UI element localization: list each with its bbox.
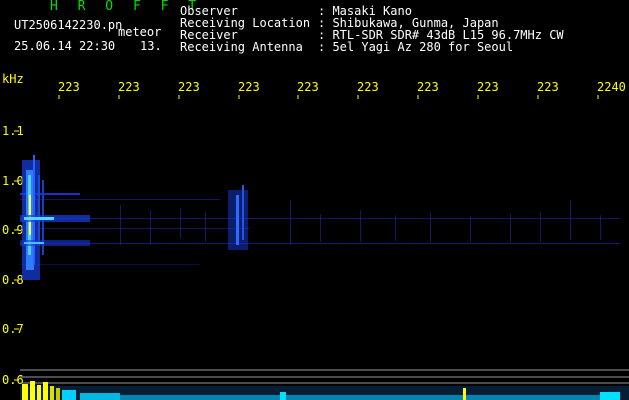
detection-count: 13. <box>140 39 162 53</box>
antenna-label: Receiving Antenna <box>180 40 303 54</box>
file-name: UT2506142230.pn <box>14 18 123 32</box>
timestamp: 25.06.14 22:30 <box>14 39 116 53</box>
spectrogram-screen: H R O F F T UT2506142230.pn meteor 25.06… <box>0 0 629 400</box>
y-axis-unit: kHz <box>2 72 24 86</box>
y-tick-marks <box>14 130 19 381</box>
meteor-burst <box>20 155 90 280</box>
noise-field <box>120 200 601 245</box>
spectrogram-plot <box>14 95 629 400</box>
detection-tag: meteor <box>118 25 162 39</box>
meteor-echo <box>228 185 248 250</box>
power-trace <box>20 381 629 400</box>
x-tick-marks <box>58 95 599 99</box>
antenna-value: : 5el Yagi Az 280 for Seoul <box>318 40 514 54</box>
